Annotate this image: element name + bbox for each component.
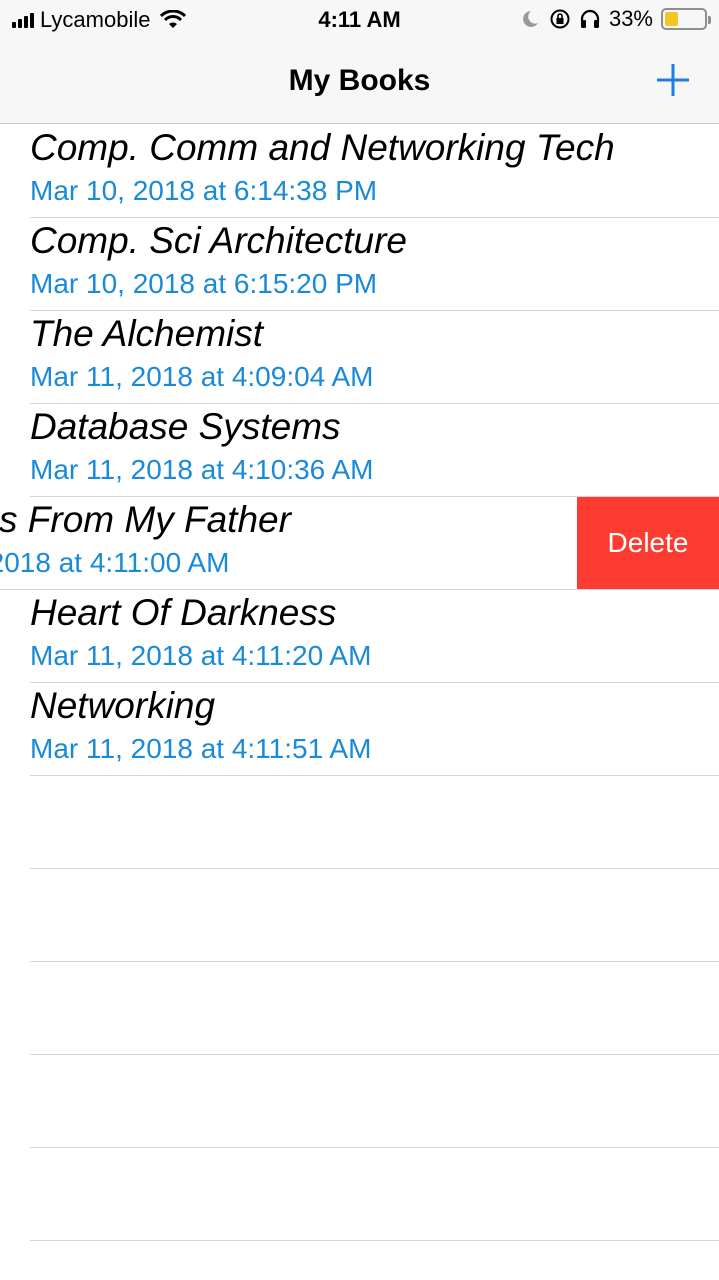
carrier-name: Lycamobile xyxy=(40,7,151,32)
empty-row xyxy=(0,776,719,869)
status-right: 33% xyxy=(519,6,711,31)
book-title: Heart Of Darkness xyxy=(30,592,337,633)
row-content: Comp. Sci Architecture Mar 10, 2018 at 6:… xyxy=(0,218,719,310)
row-content: Comp. Comm and Networking Tech Mar 10, 20… xyxy=(0,125,719,217)
book-date: Mar 11, 2018 at 4:10:36 AM xyxy=(30,454,374,485)
table-row[interactable]: Comp. Sci Architecture Mar 10, 2018 at 6:… xyxy=(0,218,719,311)
book-date: Mar 11, 2018 at 4:11:51 AM xyxy=(30,733,372,764)
row-content: Database Systems Mar 11, 2018 at 4:10:36 … xyxy=(0,404,719,496)
empty-row xyxy=(0,1148,719,1241)
delete-button[interactable]: Delete xyxy=(577,497,719,589)
moon-icon xyxy=(523,11,538,27)
table-row[interactable]: Networking Mar 11, 2018 at 4:11:51 AM xyxy=(0,683,719,776)
plus-icon xyxy=(657,64,689,96)
table-row[interactable]: Heart Of Darkness Mar 11, 2018 at 4:11:20… xyxy=(0,590,719,683)
book-title: Comp. Comm and Networking Tech xyxy=(30,127,615,168)
table-row[interactable]: Dreams From My Father Mar 11, 2018 at 4:1… xyxy=(0,497,719,590)
row-content: Heart Of Darkness Mar 11, 2018 at 4:11:20… xyxy=(0,590,719,682)
table-row[interactable]: The Alchemist Mar 11, 2018 at 4:09:04 AM xyxy=(0,311,719,404)
row-content: Networking Mar 11, 2018 at 4:11:51 AM xyxy=(0,683,719,775)
books-table: Comp. Comm and Networking Tech Mar 10, 20… xyxy=(0,125,719,1280)
book-date: Mar 11, 2018 at 4:11:00 AM xyxy=(0,547,230,578)
wifi-icon xyxy=(160,10,187,28)
add-book-button[interactable] xyxy=(655,62,691,98)
book-title: Dreams From My Father xyxy=(0,499,291,540)
book-date: Mar 10, 2018 at 6:15:20 PM xyxy=(30,268,378,299)
row-content: The Alchemist Mar 11, 2018 at 4:09:04 AM xyxy=(0,311,719,403)
page-title: My Books xyxy=(288,64,431,97)
status-left: Lycamobile xyxy=(12,7,187,32)
table-row[interactable]: Database Systems Mar 11, 2018 at 4:10:36 … xyxy=(0,404,719,497)
battery-icon xyxy=(661,8,711,30)
navigation-bar: My Books xyxy=(0,40,719,124)
book-title: Networking xyxy=(30,685,216,726)
empty-row xyxy=(0,962,719,1055)
battery-level xyxy=(665,12,678,26)
headphones-icon xyxy=(580,9,600,28)
book-date: Mar 11, 2018 at 4:09:04 AM xyxy=(30,361,374,392)
book-date: Mar 11, 2018 at 4:11:20 AM xyxy=(30,640,372,671)
signal-icon xyxy=(12,12,34,28)
book-title: The Alchemist xyxy=(30,313,264,354)
book-title: Database Systems xyxy=(30,406,341,447)
table-row[interactable]: Comp. Comm and Networking Tech Mar 10, 20… xyxy=(0,125,719,218)
orientation-lock-icon xyxy=(550,9,570,29)
empty-row xyxy=(0,1055,719,1148)
empty-row xyxy=(0,1241,719,1280)
book-date: Mar 10, 2018 at 6:14:38 PM xyxy=(30,175,378,206)
book-title: Comp. Sci Architecture xyxy=(30,220,407,261)
empty-row xyxy=(0,869,719,962)
battery-percent: 33% xyxy=(608,6,653,31)
status-bar: Lycamobile 4:11 AM 33% xyxy=(0,0,719,40)
row-content: Dreams From My Father Mar 11, 2018 at 4:1… xyxy=(0,497,577,589)
